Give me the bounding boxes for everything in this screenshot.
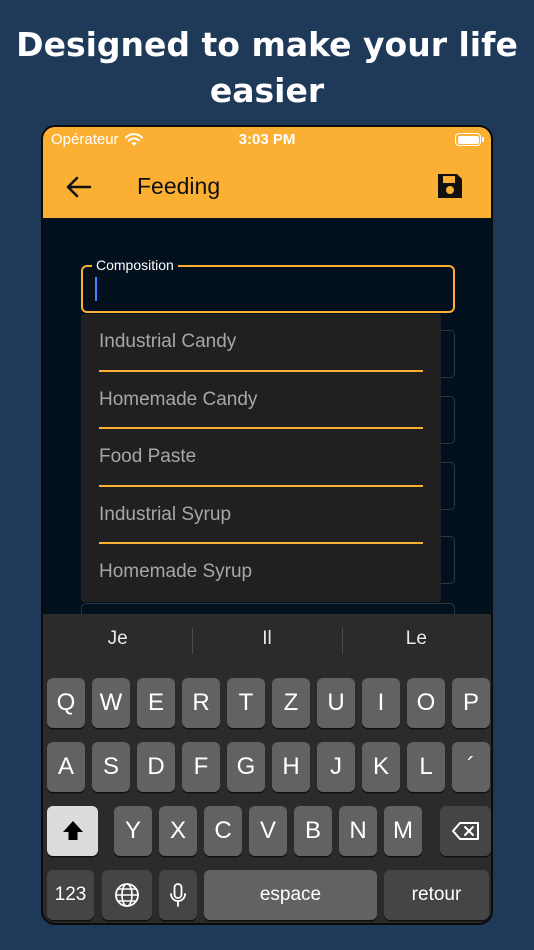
arrow-left-icon (66, 176, 92, 198)
shift-icon (62, 821, 83, 840)
dropdown-option[interactable]: Food Paste (99, 429, 423, 487)
key-t[interactable]: T (227, 678, 265, 728)
key-u[interactable]: U (317, 678, 355, 728)
key-n[interactable]: N (339, 806, 377, 856)
space-key[interactable]: espace (204, 870, 377, 920)
battery-icon (455, 133, 484, 146)
dropdown-option[interactable]: Industrial Syrup (99, 487, 423, 545)
suggestion-item[interactable]: Il (192, 614, 341, 664)
key-b[interactable]: B (294, 806, 332, 856)
key-p[interactable]: P (452, 678, 490, 728)
dropdown-option[interactable]: Homemade Candy (99, 372, 423, 430)
form-area: Composition Industrial Candy Homemade Ca… (43, 218, 491, 651)
key-i[interactable]: I (362, 678, 400, 728)
key-k[interactable]: K (362, 742, 400, 792)
key-s[interactable]: S (92, 742, 130, 792)
key-d[interactable]: D (137, 742, 175, 792)
key-l[interactable]: L (407, 742, 445, 792)
key-z[interactable]: Z (272, 678, 310, 728)
key-accent[interactable]: ´ (452, 742, 490, 792)
key-a[interactable]: A (47, 742, 85, 792)
key-j[interactable]: J (317, 742, 355, 792)
text-caret (95, 277, 97, 301)
dropdown-option[interactable]: Homemade Syrup (99, 544, 423, 602)
headline: Designed to make your life easier (16, 25, 518, 110)
shift-key[interactable] (47, 806, 98, 856)
key-m[interactable]: M (384, 806, 422, 856)
key-g[interactable]: G (227, 742, 265, 792)
key-x[interactable]: X (159, 806, 197, 856)
suggestion-item[interactable]: Je (43, 614, 192, 664)
key-r[interactable]: R (182, 678, 220, 728)
key-w[interactable]: W (92, 678, 130, 728)
suggestion-bar: Je Il Le (43, 614, 491, 664)
floppy-disk-icon (438, 174, 462, 198)
key-f[interactable]: F (182, 742, 220, 792)
app-bar: Feeding (43, 157, 491, 218)
suggestion-item[interactable]: Le (341, 614, 491, 664)
globe-icon (115, 883, 139, 907)
composition-label: Composition (92, 256, 178, 274)
microphone-key[interactable] (159, 870, 197, 920)
clock: 3:03 PM (238, 131, 296, 148)
composition-input[interactable] (95, 277, 435, 301)
composition-dropdown: Industrial Candy Homemade Candy Food Pas… (81, 314, 441, 602)
back-button[interactable] (63, 171, 95, 203)
keyboard: Je Il Le QWERTZUIOP A S D F G H J K L ´ YXCVBNM 1… (43, 614, 491, 923)
backspace-icon (451, 822, 479, 840)
page-title: Feeding (137, 173, 221, 199)
key-y[interactable]: Y (114, 806, 152, 856)
return-key[interactable]: retour (384, 870, 489, 920)
composition-field[interactable]: Composition (81, 256, 455, 313)
delete-key[interactable] (440, 806, 491, 856)
key-h[interactable]: H (272, 742, 310, 792)
save-button[interactable] (435, 171, 465, 201)
key-c[interactable]: C (204, 806, 242, 856)
phone-screen: Opérateur 3:03 PM Feeding Composition In… (41, 125, 493, 925)
globe-key[interactable] (102, 870, 152, 920)
numbers-key[interactable]: 123 (47, 870, 94, 920)
microphone-icon (170, 883, 186, 907)
status-bar: Opérateur 3:03 PM (43, 127, 491, 157)
dropdown-option[interactable]: Industrial Candy (99, 314, 423, 372)
key-v[interactable]: V (249, 806, 287, 856)
key-q[interactable]: Q (47, 678, 85, 728)
key-e[interactable]: E (137, 678, 175, 728)
key-o[interactable]: O (407, 678, 445, 728)
